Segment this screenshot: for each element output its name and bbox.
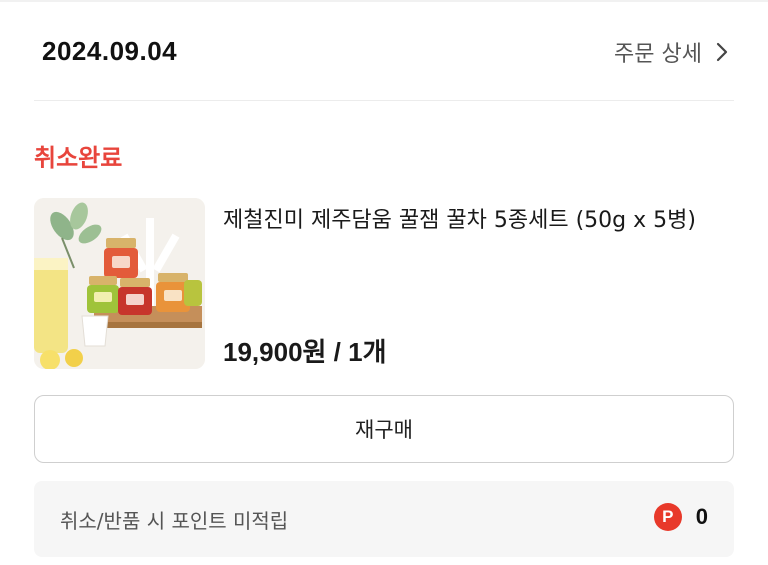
honey-jam-set-photo-icon — [34, 198, 205, 369]
order-status: 취소완료 — [34, 144, 123, 172]
product-thumbnail[interactable] — [34, 198, 205, 369]
points-info-row: 취소/반품 시 포인트 미적립 P 0 — [34, 481, 734, 557]
order-header: 2024.09.04 주문 상세 — [34, 2, 734, 101]
points-value: 0 — [695, 504, 708, 529]
points-notice: 취소/반품 시 포인트 미적립 — [60, 509, 289, 533]
order-detail-link[interactable]: 주문 상세 — [614, 36, 728, 68]
order-date: 2024.09.04 — [42, 36, 178, 66]
order-detail-label: 주문 상세 — [614, 42, 702, 67]
point-icon: P — [653, 503, 682, 531]
rebuy-button[interactable]: 재구매 — [34, 395, 734, 463]
order-card: 2024.09.04 주문 상세 취소완료 제철진미 제주담움 꿀잼 꿀차 5종… — [0, 0, 768, 565]
chevron-right-icon — [716, 42, 728, 62]
product-name[interactable]: 제철진미 제주담움 꿀잼 꿀차 5종세트 (50g x 5병) — [223, 202, 738, 239]
product-price: 19,900원 / 1개 — [223, 337, 387, 367]
points-value-group: P 0 — [653, 503, 708, 531]
